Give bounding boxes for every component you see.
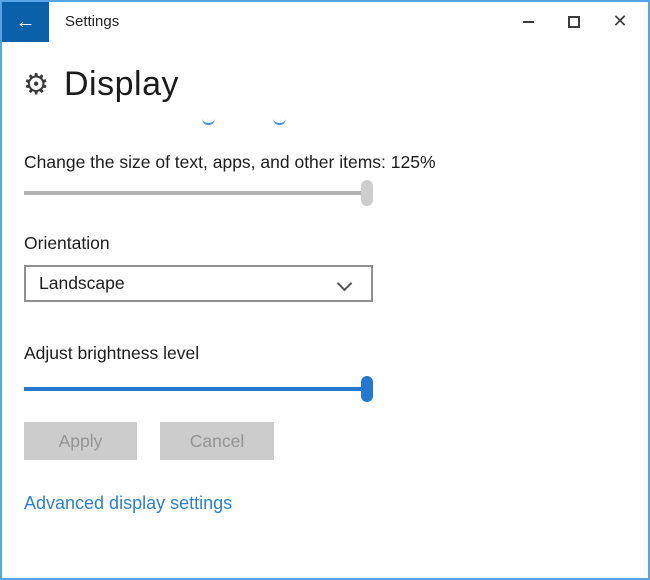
close-button[interactable]: ✕ <box>597 2 643 42</box>
titlebar: ← Settings ✕ <box>2 2 648 42</box>
apply-button[interactable]: Apply <box>24 422 137 460</box>
brightness-slider-thumb[interactable] <box>361 376 373 402</box>
scaling-slider[interactable] <box>24 180 373 206</box>
chevron-down-icon <box>336 275 353 292</box>
brightness-slider[interactable] <box>24 376 373 402</box>
page-header: ⚙ Display <box>23 65 179 104</box>
maximize-button[interactable] <box>551 2 597 42</box>
brightness-label: Adjust brightness level <box>24 343 200 363</box>
minimize-icon <box>522 21 534 23</box>
scaling-slider-track[interactable] <box>24 191 373 195</box>
back-button[interactable]: ← <box>2 2 49 42</box>
minimize-button[interactable] <box>505 2 551 42</box>
window-title: Settings <box>65 13 120 30</box>
orientation-label: Orientation <box>24 233 110 253</box>
advanced-display-settings-link[interactable]: Advanced display settings <box>24 493 232 514</box>
orientation-selected-value: Landscape <box>39 273 125 293</box>
cancel-button[interactable]: Cancel <box>160 422 274 460</box>
brightness-slider-track[interactable] <box>24 387 373 391</box>
clipped-link-text-descender <box>202 118 215 125</box>
scaling-label: Change the size of text, apps, and other… <box>24 152 436 172</box>
caption-buttons: ✕ <box>505 2 643 42</box>
gear-icon: ⚙ <box>23 67 49 101</box>
clipped-link-text-descender <box>273 118 286 125</box>
scaling-slider-thumb[interactable] <box>361 180 373 206</box>
arrow-left-icon: ← <box>15 11 36 33</box>
page-title: Display <box>64 65 179 103</box>
settings-window: ← Settings ✕ ⚙ Display Change the size o… <box>0 0 650 580</box>
orientation-dropdown[interactable]: Landscape <box>24 265 373 302</box>
close-icon: ✕ <box>612 11 628 32</box>
maximize-icon <box>568 16 580 28</box>
